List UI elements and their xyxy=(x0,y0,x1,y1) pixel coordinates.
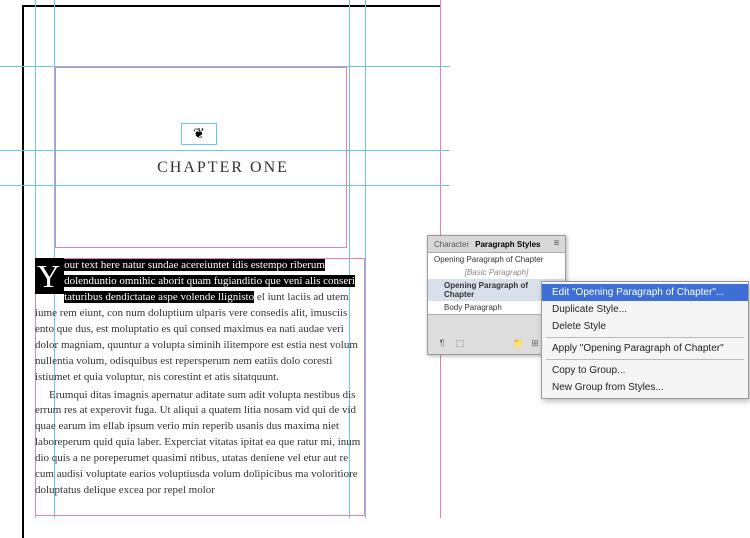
menu-separator xyxy=(546,359,744,360)
drop-cap: Y xyxy=(35,258,64,294)
body-paragraph-2: Erumqui ditas imagnis apernatur aditate … xyxy=(35,388,365,500)
tab-character-styles[interactable]: Character xyxy=(434,240,469,249)
style-current[interactable]: Opening Paragraph of Chapter xyxy=(428,253,565,266)
ornament-glyph: ❦ xyxy=(193,126,205,143)
panel-menu-icon[interactable]: ≡ xyxy=(550,238,563,251)
body-text: el iunt laciis ad utem iume rem eiunt, c… xyxy=(35,291,358,383)
tab-paragraph-styles[interactable]: Paragraph Styles xyxy=(475,240,540,249)
chapter-ornament: ❦ xyxy=(181,123,217,145)
menu-duplicate-style[interactable]: Duplicate Style... xyxy=(542,301,748,318)
folder-icon[interactable]: 📁 xyxy=(513,338,525,350)
context-menu: Edit "Opening Paragraph of Chapter"... D… xyxy=(541,281,749,399)
new-style-icon[interactable]: ⊞ xyxy=(529,338,541,350)
panel-tabs: Character Paragraph Styles xyxy=(428,236,565,253)
menu-apply-style[interactable]: Apply "Opening Paragraph of Chapter" xyxy=(542,340,748,357)
paragraph-icon[interactable]: ¶ xyxy=(436,338,448,350)
clear-override-icon[interactable]: ⬚ xyxy=(454,338,466,350)
style-basic-paragraph[interactable]: [Basic Paragraph] xyxy=(428,266,565,279)
menu-edit-style[interactable]: Edit "Opening Paragraph of Chapter"... xyxy=(542,284,748,301)
menu-delete-style[interactable]: Delete Style xyxy=(542,318,748,335)
menu-copy-to-group[interactable]: Copy to Group... xyxy=(542,362,748,379)
guide-vertical[interactable] xyxy=(365,0,366,518)
text-frame-header[interactable] xyxy=(55,67,347,248)
menu-separator xyxy=(546,337,744,338)
body-text-block[interactable]: Your text here natur sundae acereiuntet … xyxy=(35,258,365,499)
chapter-title[interactable]: CHAPTER ONE xyxy=(56,159,390,177)
menu-new-group[interactable]: New Group from Styles... xyxy=(542,379,748,396)
workspace: ❦ CHAPTER ONE Your text here natur sunda… xyxy=(0,0,450,518)
